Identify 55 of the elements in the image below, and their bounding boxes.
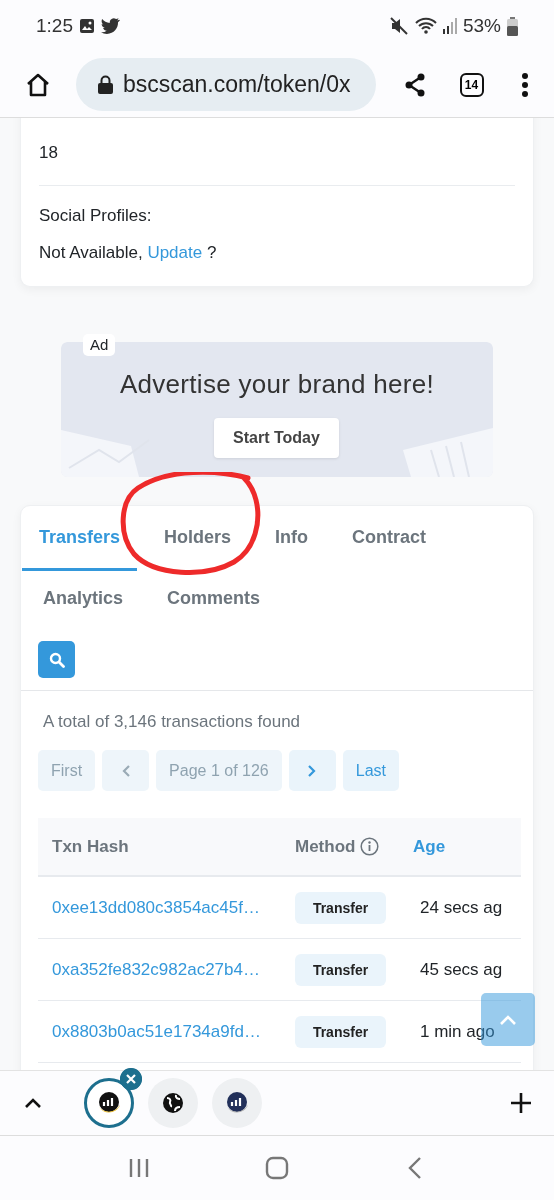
update-link[interactable]: Update [147, 243, 203, 262]
back-icon [407, 1156, 423, 1180]
start-today-button[interactable]: Start Today [214, 418, 339, 458]
column-header: Txn Hash [52, 836, 129, 857]
tab[interactable]: Transfers [22, 506, 138, 571]
battery-icon [507, 16, 518, 36]
method-tag: Transfer [295, 1015, 386, 1048]
url-text: bscscan.com/token/0x [123, 71, 351, 98]
column-header[interactable]: Age [413, 836, 446, 857]
wifi-icon [414, 17, 437, 35]
field-value: Not Available, Update ? [39, 242, 218, 264]
close-icon[interactable] [120, 1068, 142, 1090]
age-text: 45 secs ag [419, 959, 504, 980]
transaction-hash-link[interactable]: 0xa352fe832c982ac27b4… [38, 959, 295, 980]
age-text: 24 secs ag [419, 897, 504, 918]
tab[interactable]: Analytics [26, 571, 141, 628]
globe-icon [162, 1092, 184, 1114]
column-header: Method [295, 836, 356, 857]
ad-headline: Advertise your brand here! [118, 369, 436, 400]
method-tag: Transfer [295, 953, 386, 986]
signal-icon [442, 18, 457, 34]
page-button[interactable]: Last [342, 750, 399, 791]
battery-level: 53% [462, 15, 501, 37]
search-button[interactable] [38, 641, 75, 678]
ad-badge: Ad [83, 334, 116, 356]
age-text: 1 min ago [419, 1021, 496, 1042]
bird-icon [101, 18, 120, 34]
tab[interactable]: Holders [147, 506, 249, 571]
field-value: 18 [39, 142, 59, 164]
chevron-up-icon [499, 1013, 517, 1026]
address-bar[interactable]: bscscan.com/token/0x [76, 58, 376, 111]
menu-icon [520, 71, 529, 98]
lock-icon [98, 75, 113, 94]
chevron-up-icon [24, 1097, 42, 1109]
chevron-left-icon [120, 763, 131, 778]
open-tab[interactable] [84, 1078, 134, 1128]
mute-icon [388, 16, 409, 36]
open-tab[interactable] [212, 1078, 262, 1128]
info-icon[interactable] [360, 837, 380, 856]
tab[interactable]: Info [258, 506, 326, 571]
search-icon [48, 651, 65, 668]
tab[interactable]: Comments [150, 571, 278, 628]
recent-apps-icon [128, 1157, 150, 1179]
open-tab[interactable] [148, 1078, 198, 1128]
image-icon [79, 18, 95, 34]
clock: 1:25 [36, 15, 73, 37]
transaction-hash-link[interactable]: 0x8803b0ac51e1734a9fd… [38, 1021, 295, 1042]
transaction-hash-link[interactable]: 0xee13dd080c3854ac45f… [38, 897, 295, 918]
home-nav-icon [265, 1156, 289, 1180]
method-tag: Transfer [295, 891, 386, 924]
tab[interactable]: Contract [335, 506, 444, 571]
transactions-summary: A total of 3,146 transactions found [42, 711, 302, 732]
plus-icon [510, 1092, 532, 1114]
chevron-right-icon [307, 763, 318, 778]
field-label: Social Profiles: [39, 205, 153, 227]
